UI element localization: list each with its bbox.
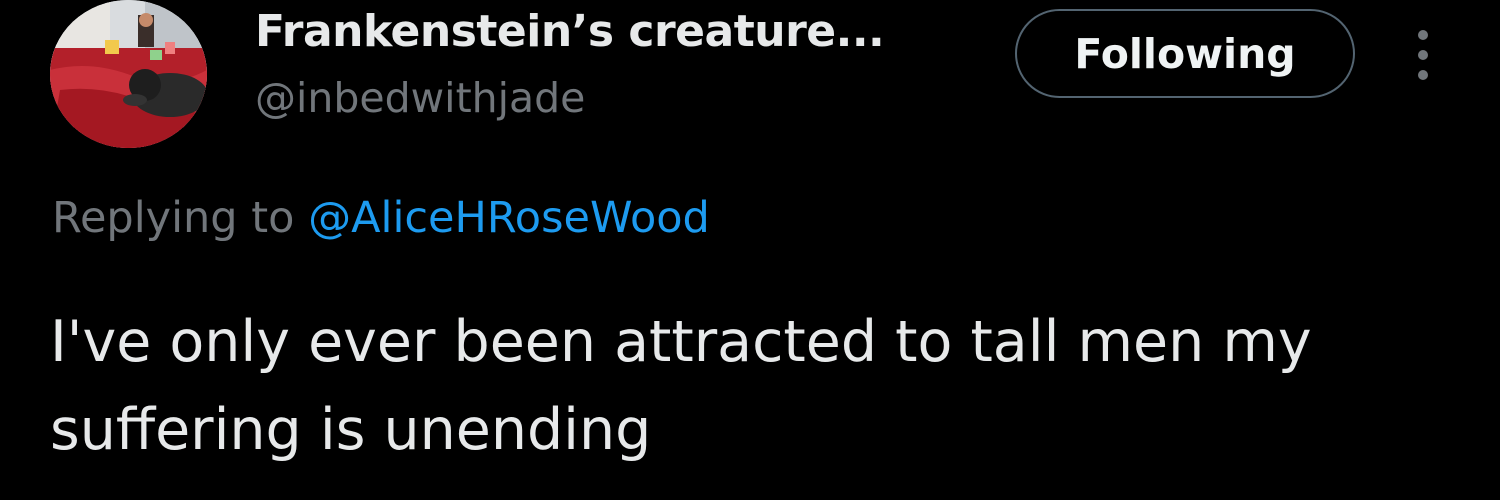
tweet-text: I've only ever been attracted to tall me… (50, 309, 1312, 463)
replying-to-label: Replying to (52, 193, 295, 243)
avatar[interactable] (50, 0, 207, 148)
reply-mention-link[interactable]: @AliceHRoseWood (308, 193, 710, 243)
following-button[interactable]: Following (1015, 9, 1355, 98)
more-options-button[interactable] (1400, 22, 1446, 88)
more-vertical-icon (1418, 30, 1428, 80)
profile-photo-avatar (50, 0, 207, 148)
author-display-name[interactable]: Frankenstein’s creature... (255, 6, 885, 57)
replying-to-line: Replying to @AliceHRoseWood (52, 193, 710, 243)
author-handle[interactable]: @inbedwithjade (255, 74, 585, 122)
